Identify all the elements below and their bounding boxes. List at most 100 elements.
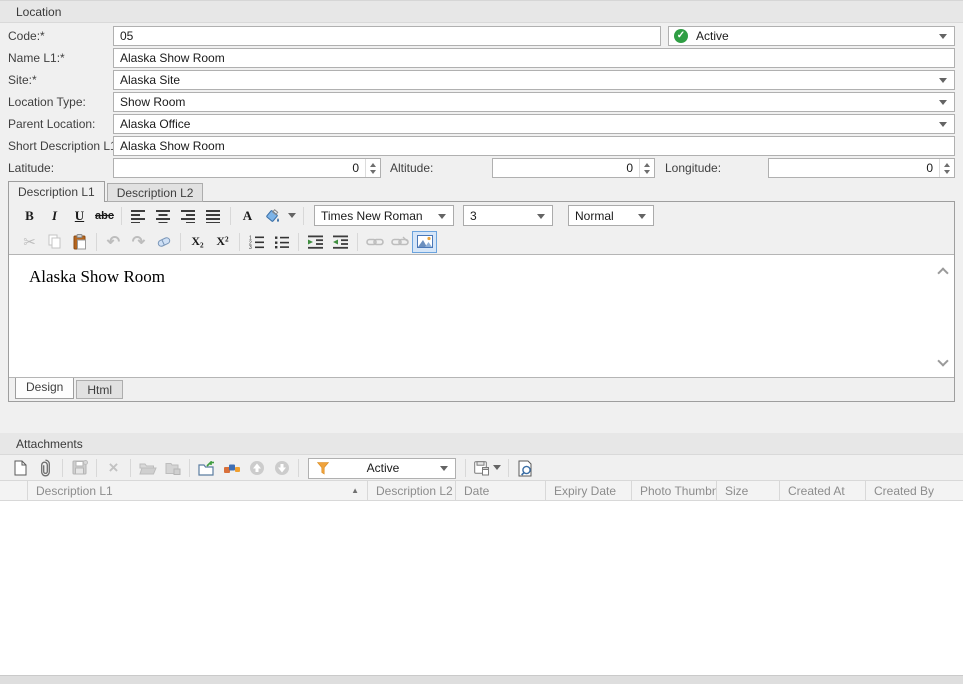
underline-button[interactable]: U — [67, 205, 92, 227]
scroll-up-icon[interactable] — [937, 267, 948, 278]
insert-link-button[interactable] — [362, 231, 387, 253]
insert-image-button[interactable] — [412, 231, 437, 253]
toolbar-separator — [230, 207, 231, 225]
copy-button[interactable] — [42, 231, 67, 253]
location-form-window: Location Code:* 05 ✓ Active Name L1:* Al… — [0, 0, 963, 684]
attach-file-button[interactable] — [33, 457, 58, 479]
redo-button[interactable]: ↷ — [126, 231, 151, 253]
toolbar-separator — [465, 459, 466, 477]
new-attachment-button[interactable] — [8, 457, 33, 479]
attachments-table-header: Description L1 ▲ Description L2 Date Exp… — [0, 480, 963, 501]
longitude-value: 0 — [769, 159, 939, 177]
editor-content-text: Alaska Show Room — [29, 267, 165, 287]
longitude-spinner[interactable] — [939, 159, 954, 177]
status-value: Active — [696, 29, 729, 43]
tab-description-l1[interactable]: Description L1 — [8, 181, 105, 202]
location-section-header: Location — [0, 1, 963, 23]
column-header-description-l1[interactable]: Description L1 ▲ — [28, 481, 368, 500]
svg-text:3: 3 — [249, 245, 252, 249]
tab-design[interactable]: Design — [15, 377, 74, 399]
latitude-spinner[interactable] — [365, 159, 380, 177]
short-description-l1-input[interactable]: Alaska Show Room — [113, 136, 955, 156]
superscript-button[interactable]: X² — [210, 231, 235, 253]
paste-button[interactable] — [67, 231, 92, 253]
bold-button[interactable]: B — [17, 205, 42, 227]
chevron-down-icon — [939, 78, 947, 83]
align-center-button[interactable] — [151, 205, 176, 227]
column-header-created-by[interactable]: Created By — [866, 481, 963, 500]
open-folder-button[interactable] — [194, 457, 219, 479]
toolbar-separator — [189, 459, 190, 477]
name-l1-label: Name L1:* — [8, 48, 65, 68]
bullet-list-button[interactable] — [269, 231, 294, 253]
sort-ascending-icon: ▲ — [351, 486, 359, 495]
column-header-created-at[interactable]: Created At — [780, 481, 866, 500]
altitude-spinner[interactable] — [639, 159, 654, 177]
column-header-expiry-date[interactable]: Expiry Date — [546, 481, 632, 500]
subscript-button[interactable]: X₂ — [185, 231, 210, 253]
align-justify-button[interactable] — [201, 205, 226, 227]
strikethrough-button[interactable]: abc — [92, 205, 117, 227]
location-type-dropdown[interactable]: Show Room — [113, 92, 955, 112]
save-layout-button[interactable] — [470, 457, 504, 479]
name-l1-input[interactable]: Alaska Show Room — [113, 48, 955, 68]
toolbar-separator — [96, 233, 97, 251]
organize-view-button[interactable] — [219, 457, 244, 479]
attachments-filter-value: Active — [329, 461, 437, 475]
fill-color-button[interactable] — [260, 205, 285, 227]
move-up-button[interactable] — [244, 457, 269, 479]
delete-x-glyph: × — [109, 458, 119, 478]
column-header-size[interactable]: Size — [717, 481, 780, 500]
cut-button[interactable]: ✂ — [17, 231, 42, 253]
italic-button[interactable]: I — [42, 205, 67, 227]
site-dropdown[interactable]: Alaska Site — [113, 70, 955, 90]
increase-indent-button[interactable] — [303, 231, 328, 253]
numbered-list-button[interactable]: 123 — [244, 231, 269, 253]
location-type-label: Location Type: — [8, 92, 86, 112]
decrease-indent-button[interactable] — [328, 231, 353, 253]
latitude-input[interactable]: 0 — [113, 158, 381, 178]
description-tab-strip: Description L1 Description L2 — [8, 181, 205, 202]
editor-edit-toolbar: ✂ ↶ ↷ X₂ X² 123 — [9, 229, 954, 254]
toolbar-separator — [96, 459, 97, 477]
column-header-description-l2[interactable]: Description L2 — [368, 481, 456, 500]
column-header-photo-thumbnail[interactable]: Photo Thumbnail — [632, 481, 717, 500]
tab-description-l2[interactable]: Description L2 — [107, 183, 204, 202]
scroll-down-icon[interactable] — [937, 355, 948, 366]
attachments-filter-dropdown[interactable]: Active — [308, 458, 456, 479]
color-dropdown-button[interactable] — [285, 205, 299, 227]
altitude-label: Altitude: — [390, 158, 433, 178]
delete-attachment-button[interactable]: × — [101, 457, 126, 479]
undo-button[interactable]: ↶ — [101, 231, 126, 253]
editor-content-area[interactable]: Alaska Show Room — [9, 254, 954, 378]
save-attachment-button[interactable] — [67, 457, 92, 479]
spin-up-icon — [370, 163, 376, 167]
altitude-input[interactable]: 0 — [492, 158, 655, 178]
name-l1-value: Alaska Show Room — [120, 51, 225, 65]
remove-link-button[interactable] — [387, 231, 412, 253]
font-name-select[interactable]: Times New Roman — [314, 205, 454, 226]
longitude-input[interactable]: 0 — [768, 158, 955, 178]
align-right-button[interactable] — [176, 205, 201, 227]
open-attachment-button[interactable] — [135, 457, 160, 479]
row-indicator-column-header — [0, 481, 28, 500]
preview-button[interactable] — [513, 457, 538, 479]
parent-location-dropdown[interactable]: Alaska Office — [113, 114, 955, 134]
font-color-button[interactable]: A — [235, 205, 260, 227]
latitude-label: Latitude: — [8, 158, 54, 178]
attachments-table-body[interactable] — [0, 501, 963, 675]
status-dropdown[interactable]: ✓ Active — [668, 26, 955, 46]
latitude-value: 0 — [114, 159, 365, 177]
align-left-button[interactable] — [126, 205, 151, 227]
toolbar-separator — [357, 233, 358, 251]
clear-formatting-button[interactable] — [151, 231, 176, 253]
font-size-select[interactable]: 3 — [463, 205, 553, 226]
tab-html[interactable]: Html — [76, 380, 123, 399]
column-header-date[interactable]: Date — [456, 481, 546, 500]
paragraph-style-select[interactable]: Normal — [568, 205, 654, 226]
chevron-down-icon — [537, 214, 545, 219]
code-input[interactable]: 05 — [113, 26, 661, 46]
move-down-button[interactable] — [269, 457, 294, 479]
toolbar-separator — [508, 459, 509, 477]
copy-attachment-button[interactable] — [160, 457, 185, 479]
